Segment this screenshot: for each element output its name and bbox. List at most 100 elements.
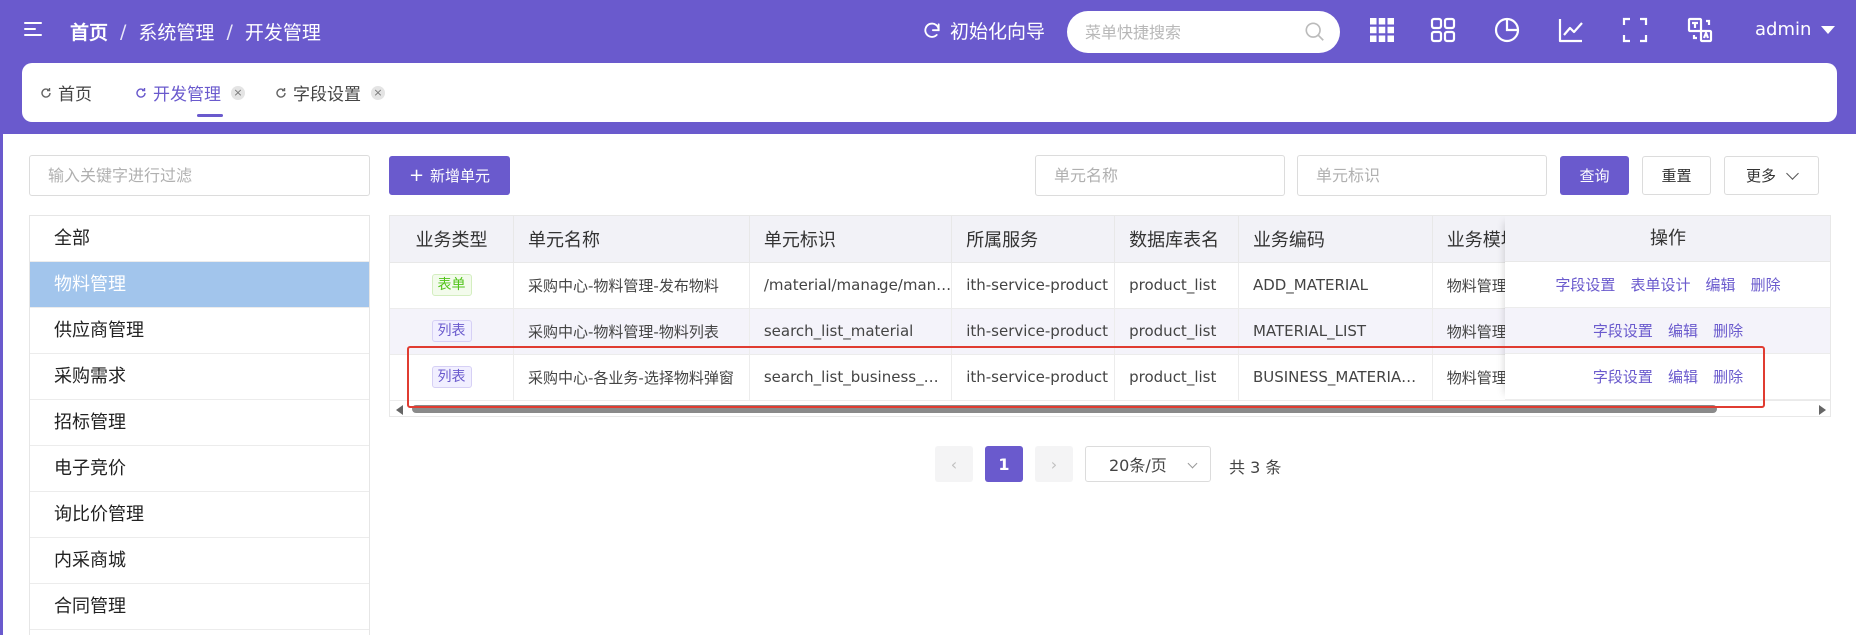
tree-item[interactable]: 采购需求	[30, 354, 369, 400]
unit-name-filter[interactable]	[1035, 155, 1285, 196]
unit-id-cell: /material/manage/man…	[749, 262, 953, 309]
tree-item[interactable]: 供应商管理	[30, 308, 369, 354]
tree-item[interactable]: 合同管理	[30, 584, 369, 630]
init-guide-button[interactable]: 初始化向导	[922, 17, 1045, 44]
reset-button[interactable]: 重置	[1642, 156, 1711, 195]
scrollbar-thumb[interactable]	[412, 405, 1717, 413]
db-table-cell: product_list	[1114, 354, 1239, 401]
units-table: 业务类型 单元名称 单元标识 所属服务 数据库表名 业务编码 业务模块 表单 采…	[389, 215, 1831, 417]
tab-label: 首页	[58, 85, 92, 105]
tree-filter[interactable]	[29, 155, 370, 196]
unit-name-cell: 采购中心-物料管理-发布物料	[513, 262, 750, 309]
caret-down-icon	[1821, 25, 1836, 34]
query-button[interactable]: 查询	[1560, 156, 1629, 195]
ops-cell: 字段设置 表单设计 编辑 删除	[1505, 262, 1830, 308]
unit-id-cell: search_list_material	[749, 308, 953, 355]
tab-dev-management[interactable]: 开发管理 ×	[135, 80, 245, 105]
col-header: 业务类型	[390, 216, 514, 263]
plus-icon: +	[408, 164, 425, 186]
horizontal-scrollbar[interactable]	[390, 401, 1830, 416]
pie-chart-icon[interactable]	[1493, 16, 1521, 44]
edit-link[interactable]: 编辑	[1668, 322, 1698, 340]
tree-item[interactable]: 询比价管理	[30, 492, 369, 538]
edit-link[interactable]: 编辑	[1706, 276, 1736, 294]
col-header: 数据库表名	[1114, 216, 1239, 263]
page-1-button[interactable]: 1	[985, 446, 1023, 482]
biz-code-cell: MATERIAL_LIST	[1238, 308, 1433, 355]
biz-code-cell: ADD_MATERIAL	[1238, 262, 1433, 309]
unit-name-input[interactable]	[1054, 166, 1254, 185]
total-count: 共 3 条	[1229, 458, 1282, 477]
tab-bar: 首页 开发管理 × 字段设置 ×	[22, 63, 1837, 122]
form-design-link[interactable]: 表单设计	[1630, 276, 1690, 294]
unit-name-cell: 采购中心-物料管理-物料列表	[513, 308, 750, 355]
service-cell: ith-service-product	[951, 308, 1116, 355]
more-button[interactable]: 更多	[1724, 156, 1819, 195]
tab-label: 开发管理	[153, 85, 221, 105]
delete-link[interactable]: 删除	[1751, 276, 1781, 294]
delete-link[interactable]: 删除	[1713, 368, 1743, 386]
refresh-icon	[41, 87, 51, 98]
tree-item[interactable]: 全部	[30, 216, 369, 262]
unit-id-filter[interactable]	[1297, 155, 1547, 196]
ops-cell: 字段设置 编辑 删除	[1505, 308, 1830, 354]
close-icon[interactable]: ×	[231, 85, 245, 100]
unit-id-cell: search_list_business_…	[749, 354, 953, 401]
col-header: 业务编码	[1238, 216, 1433, 263]
tree-item-selected[interactable]: 物料管理	[30, 262, 369, 308]
layout-icon[interactable]	[1429, 16, 1457, 44]
tree-filter-input[interactable]	[48, 166, 348, 185]
tree-item[interactable]: 电子竞价	[30, 446, 369, 492]
breadcrumb-separator: /	[120, 20, 127, 43]
prev-page-button[interactable]: ‹	[935, 446, 973, 482]
service-cell: ith-service-product	[951, 354, 1116, 401]
breadcrumb: 首页 / 系统管理 / 开发管理	[70, 18, 321, 45]
scroll-right-icon[interactable]	[1819, 405, 1826, 415]
tab-field-settings[interactable]: 字段设置 ×	[275, 80, 385, 105]
menu-search-input[interactable]	[1085, 22, 1285, 42]
biz-code-cell: BUSINESS_MATERIA…	[1238, 354, 1433, 401]
category-tree: 全部 物料管理 供应商管理 采购需求 招标管理 电子竞价 询比价管理 内采商城 …	[29, 215, 370, 635]
menu-toggle-icon[interactable]	[24, 22, 42, 36]
fullscreen-icon[interactable]	[1621, 16, 1649, 44]
grid-apps-icon[interactable]	[1368, 16, 1396, 44]
col-header: 单元名称	[513, 216, 750, 263]
user-name: admin	[1755, 19, 1812, 40]
refresh-icon	[924, 22, 940, 38]
breadcrumb-home[interactable]: 首页	[70, 18, 108, 45]
menu-search[interactable]	[1067, 11, 1340, 53]
page-size-select[interactable]: 20条/页	[1085, 446, 1211, 482]
refresh-icon	[276, 87, 286, 98]
ops-cell: 字段设置 编辑 删除	[1505, 354, 1830, 400]
delete-link[interactable]: 删除	[1713, 322, 1743, 340]
next-page-button[interactable]: ›	[1035, 446, 1073, 482]
type-cell: 列表	[390, 354, 514, 401]
search-icon[interactable]	[1304, 21, 1326, 43]
scroll-left-icon[interactable]	[396, 405, 403, 415]
field-settings-link[interactable]: 字段设置	[1593, 368, 1653, 386]
unit-id-input[interactable]	[1316, 166, 1516, 185]
line-chart-icon[interactable]	[1557, 16, 1585, 44]
close-icon[interactable]: ×	[371, 85, 385, 100]
add-unit-label: 新增单元	[430, 167, 491, 185]
service-cell: ith-service-product	[951, 262, 1116, 309]
tree-item[interactable]: 招标管理	[30, 400, 369, 446]
breadcrumb-system[interactable]: 系统管理	[138, 18, 214, 45]
add-unit-button[interactable]: + 新增单元	[389, 156, 510, 195]
tab-home[interactable]: 首页	[40, 80, 92, 105]
field-settings-link[interactable]: 字段设置	[1593, 322, 1653, 340]
refresh-icon	[136, 87, 146, 98]
tree-item[interactable]: 内采商城	[30, 538, 369, 584]
type-tag-list: 列表	[431, 366, 472, 388]
type-cell: 列表	[390, 308, 514, 355]
breadcrumb-dev: 开发管理	[244, 22, 321, 44]
col-header-operations: 操作	[1505, 216, 1830, 262]
user-menu[interactable]: admin	[1755, 19, 1836, 40]
edit-link[interactable]: 编辑	[1668, 368, 1698, 386]
left-accent-bar	[0, 134, 3, 635]
db-table-cell: product_list	[1114, 308, 1239, 355]
field-settings-link[interactable]: 字段设置	[1555, 276, 1615, 294]
top-bar: 首页 / 系统管理 / 开发管理 初始化向导 菜单快捷搜索 admin	[0, 0, 1856, 62]
translate-icon[interactable]	[1686, 16, 1714, 44]
init-guide-label: 初始化向导	[950, 21, 1046, 43]
